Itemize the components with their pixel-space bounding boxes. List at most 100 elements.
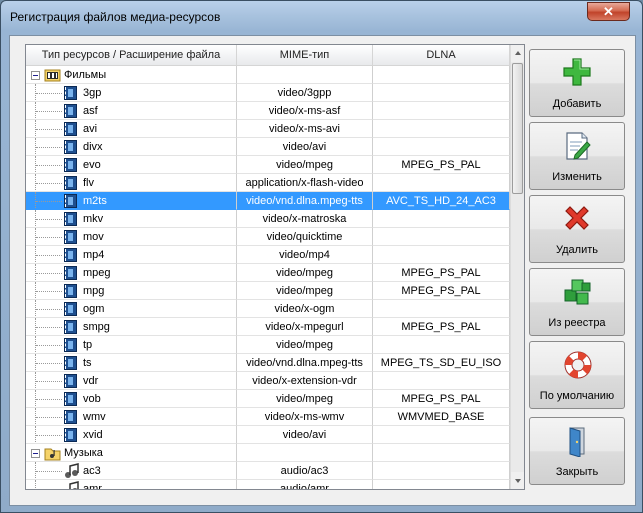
scroll-up-button[interactable] xyxy=(511,45,524,62)
group-row[interactable]: Музыка xyxy=(26,444,510,462)
defaults-button[interactable]: По умолчанию xyxy=(529,341,625,409)
mime-type-cell[interactable]: video/vnd.dlna.mpeg-tts xyxy=(237,354,373,372)
mime-type-cell[interactable]: video/avi xyxy=(237,426,373,444)
mime-type-cell[interactable]: video/3gpp xyxy=(237,84,373,102)
mime-type-cell[interactable]: video/mpeg xyxy=(237,282,373,300)
table-row[interactable]: wmv video/x-ms-wmv WMVMED_BASE xyxy=(26,408,510,426)
mime-type-cell[interactable]: video/x-ms-asf xyxy=(237,102,373,120)
dlna-cell[interactable]: MPEG_PS_PAL xyxy=(373,318,510,336)
dlna-cell[interactable] xyxy=(373,480,510,489)
dlna-cell[interactable] xyxy=(373,120,510,138)
table-row[interactable]: divx video/avi xyxy=(26,138,510,156)
mime-type-cell[interactable]: video/mpeg xyxy=(237,156,373,174)
table-row[interactable]: ogm video/x-ogm xyxy=(26,300,510,318)
scroll-down-button[interactable] xyxy=(511,472,524,489)
table-row[interactable]: amr audio/amr xyxy=(26,480,510,489)
table-row[interactable]: asf video/x-ms-asf xyxy=(26,102,510,120)
dlna-cell[interactable] xyxy=(373,336,510,354)
extension-cell[interactable]: Музыка xyxy=(26,444,237,462)
mime-type-cell[interactable]: video/vnd.dlna.mpeg-tts xyxy=(237,192,373,210)
extension-cell[interactable]: mov xyxy=(26,228,237,246)
title-bar[interactable]: Регистрация файлов медиа-ресурсов ✕ xyxy=(1,1,642,35)
add-button[interactable]: Добавить xyxy=(529,49,625,117)
close-button[interactable]: Закрыть xyxy=(529,417,625,485)
extension-cell[interactable]: ogm xyxy=(26,300,237,318)
extension-cell[interactable]: flv xyxy=(26,174,237,192)
extension-cell[interactable]: vob xyxy=(26,390,237,408)
dlna-cell[interactable]: AVC_TS_HD_24_AC3 xyxy=(373,192,510,210)
extension-cell[interactable]: mpeg xyxy=(26,264,237,282)
extension-cell[interactable]: vdr xyxy=(26,372,237,390)
dlna-cell[interactable] xyxy=(373,372,510,390)
mime-type-cell[interactable]: application/x-flash-video xyxy=(237,174,373,192)
table-row[interactable]: ac3 audio/ac3 xyxy=(26,462,510,480)
table-row[interactable]: ts video/vnd.dlna.mpeg-tts MPEG_TS_SD_EU_I… xyxy=(26,354,510,372)
table-row[interactable]: mov video/quicktime xyxy=(26,228,510,246)
table-row[interactable]: xvid video/avi xyxy=(26,426,510,444)
extension-cell[interactable]: amr xyxy=(26,480,237,489)
table-row[interactable]: evo video/mpeg MPEG_PS_PAL xyxy=(26,156,510,174)
extension-cell[interactable]: mp4 xyxy=(26,246,237,264)
table-row[interactable]: m2ts video/vnd.dlna.mpeg-tts AVC_TS_HD_24_… xyxy=(26,192,510,210)
mime-type-cell[interactable]: video/x-extension-vdr xyxy=(237,372,373,390)
mime-type-cell[interactable] xyxy=(237,66,373,84)
mime-type-cell[interactable]: video/x-mpegurl xyxy=(237,318,373,336)
collapse-icon[interactable] xyxy=(31,71,40,80)
table-row[interactable]: mkv video/x-matroska xyxy=(26,210,510,228)
extension-cell[interactable]: mkv xyxy=(26,210,237,228)
mime-type-cell[interactable]: video/quicktime xyxy=(237,228,373,246)
mime-type-cell[interactable]: video/x-ms-avi xyxy=(237,120,373,138)
dlna-cell[interactable]: MPEG_PS_PAL xyxy=(373,264,510,282)
extension-cell[interactable]: wmv xyxy=(26,408,237,426)
mime-type-cell[interactable]: video/x-matroska xyxy=(237,210,373,228)
table-row[interactable]: vdr video/x-extension-vdr xyxy=(26,372,510,390)
extension-cell[interactable]: evo xyxy=(26,156,237,174)
dlna-cell[interactable] xyxy=(373,210,510,228)
dlna-cell[interactable] xyxy=(373,174,510,192)
mime-type-cell[interactable]: audio/ac3 xyxy=(237,462,373,480)
table-row[interactable]: flv application/x-flash-video xyxy=(26,174,510,192)
mime-type-cell[interactable]: video/avi xyxy=(237,138,373,156)
extension-cell[interactable]: ts xyxy=(26,354,237,372)
table-row[interactable]: mp4 video/mp4 xyxy=(26,246,510,264)
table-row[interactable]: avi video/x-ms-avi xyxy=(26,120,510,138)
extension-cell[interactable]: Фильмы xyxy=(26,66,237,84)
dlna-cell[interactable] xyxy=(373,462,510,480)
extension-cell[interactable]: avi xyxy=(26,120,237,138)
column-header-resource-type[interactable]: Тип ресурсов / Расширение файла xyxy=(26,45,237,65)
extension-cell[interactable]: tp xyxy=(26,336,237,354)
mime-type-cell[interactable]: video/mpeg xyxy=(237,390,373,408)
mime-type-cell[interactable]: video/x-ogm xyxy=(237,300,373,318)
extension-cell[interactable]: mpg xyxy=(26,282,237,300)
dlna-cell[interactable] xyxy=(373,102,510,120)
extension-cell[interactable]: divx xyxy=(26,138,237,156)
table-row[interactable]: tp video/mpeg xyxy=(26,336,510,354)
dlna-cell[interactable]: MPEG_PS_PAL xyxy=(373,390,510,408)
dlna-cell[interactable] xyxy=(373,444,510,462)
table-row[interactable]: mpg video/mpeg MPEG_PS_PAL xyxy=(26,282,510,300)
delete-button[interactable]: Удалить xyxy=(529,195,625,263)
table-row[interactable]: smpg video/x-mpegurl MPEG_PS_PAL xyxy=(26,318,510,336)
table-row[interactable]: vob video/mpeg MPEG_PS_PAL xyxy=(26,390,510,408)
vertical-scrollbar[interactable] xyxy=(510,45,524,489)
mime-type-cell[interactable] xyxy=(237,444,373,462)
extension-cell[interactable]: ac3 xyxy=(26,462,237,480)
mime-type-cell[interactable]: video/mpeg xyxy=(237,336,373,354)
group-row[interactable]: Фильмы xyxy=(26,66,510,84)
dlna-cell[interactable]: MPEG_PS_PAL xyxy=(373,156,510,174)
mime-type-cell[interactable]: video/mpeg xyxy=(237,264,373,282)
mime-type-cell[interactable]: video/mp4 xyxy=(237,246,373,264)
column-header-mime-type[interactable]: MIME-тип xyxy=(237,45,373,65)
mime-type-cell[interactable]: video/x-ms-wmv xyxy=(237,408,373,426)
column-header-dlna[interactable]: DLNA xyxy=(373,45,510,65)
extension-cell[interactable]: smpg xyxy=(26,318,237,336)
extension-cell[interactable]: 3gp xyxy=(26,84,237,102)
dlna-cell[interactable]: MPEG_TS_SD_EU_ISO xyxy=(373,354,510,372)
dlna-cell[interactable] xyxy=(373,300,510,318)
extension-cell[interactable]: xvid xyxy=(26,426,237,444)
dlna-cell[interactable] xyxy=(373,84,510,102)
edit-button[interactable]: Изменить xyxy=(529,122,625,190)
close-window-button[interactable]: ✕ xyxy=(587,2,630,21)
dlna-cell[interactable] xyxy=(373,228,510,246)
dlna-cell[interactable] xyxy=(373,426,510,444)
